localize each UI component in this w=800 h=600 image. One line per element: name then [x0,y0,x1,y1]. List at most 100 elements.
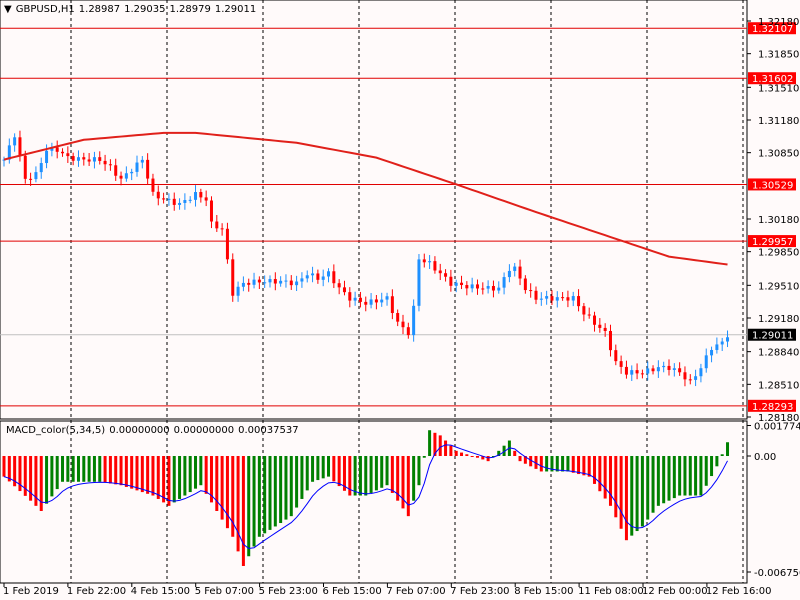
candle-body [300,278,304,282]
macd-histogram-bar [316,456,320,481]
macd-histogram-bar [241,456,245,566]
price-chart[interactable]: 1.321071.316021.305291.299571.282931.321… [0,0,800,600]
x-tick-label: 8 Feb 15:00 [514,586,573,597]
macd-histogram-bar [167,456,171,506]
macd-histogram-bar [130,456,134,489]
macd-name: MACD_color(5,34,5) [6,425,106,436]
candle-body [82,157,86,160]
macd-histogram-bar [513,450,517,456]
macd-histogram-bar [672,456,676,499]
x-tick-label: 1 Feb 2019 [3,586,59,597]
candle-body [135,162,139,172]
candle-body [619,361,623,367]
candle-body [130,171,134,174]
candle-body [720,341,724,345]
x-tick-label: 12 Feb 00:00 [642,586,708,597]
candle-body [311,273,315,276]
candle-body [194,192,198,200]
macd-histogram-bar [103,456,107,483]
macd-histogram-bar [545,456,549,472]
macd-histogram-bar [358,456,362,496]
candle-body [646,368,650,374]
candle-body [263,282,267,284]
candle-body [252,279,256,285]
candle-body [18,137,22,156]
macd-histogram-bar [162,456,166,503]
macd-histogram-bar [656,456,660,506]
macd-histogram-bar [449,445,453,456]
collapse-triangle-icon[interactable]: ▼ [4,4,12,15]
low-value: 1.28979 [169,4,211,15]
macd-histogram-bar [2,456,6,477]
candle-body [396,313,400,322]
candle-body [571,296,575,301]
macd-histogram-bar [614,456,618,518]
macd-histogram-bar [428,430,432,456]
candle-body [640,373,644,375]
candle-body [39,163,43,173]
y-tick-label: 1.31850 [758,50,799,61]
candle-body [140,159,144,163]
macd-histogram-bar [454,450,458,456]
candle-body [529,290,533,292]
macd-histogram-bar [667,456,671,501]
candle-body [507,270,511,278]
moving-average-line [3,131,728,266]
candle-body [566,297,570,301]
candle-body [342,287,346,293]
candle-body [236,286,240,296]
y-tick-label: 1.29180 [758,314,799,325]
candle-body [156,191,160,199]
candle-body [593,315,597,325]
macd-histogram-bar [114,456,118,485]
candle-body [71,156,75,161]
candle-body [577,296,581,307]
candle-body [98,157,102,161]
candle-body [380,299,384,303]
candle-body [635,370,639,374]
candle-body [108,164,112,166]
x-tick-label: 12 Feb 16:00 [706,586,772,597]
candle-body [390,296,394,314]
candle-body [603,327,607,331]
candle-body [667,365,671,370]
macd-histogram-bar [289,456,293,517]
macd-histogram-bar [76,456,80,482]
macd-histogram-bar [61,456,65,482]
candle-body [327,271,331,277]
macd-histogram-bar [465,454,469,456]
candle-body [385,296,389,300]
chart-header: ▼ GBPUSD,H1 1.28987 1.29035 1.28979 1.29… [4,4,256,15]
candle-body [491,286,495,291]
macd-histogram-bar [699,456,703,496]
candle-body [353,297,357,301]
macd-histogram-bar [422,456,426,458]
candle-body [460,282,464,286]
candle-body [348,292,352,301]
candle-body [124,173,128,179]
macd-histogram-bar [539,456,543,472]
candle-body [188,199,192,201]
x-tick-label: 6 Feb 15:00 [323,586,382,597]
candle-body [470,284,474,289]
candle-body [45,150,49,164]
macd-histogram-bar [704,456,708,486]
candle-body [231,259,235,296]
macd-histogram-bar [247,456,251,557]
candle-body [241,282,245,287]
candle-body [103,160,107,165]
macd-histogram-bar [555,456,559,472]
macd-histogram-bar [204,456,208,494]
candle-body [114,165,118,176]
candle-body [444,273,448,277]
candle-body [465,285,469,289]
macd-histogram-bar [220,456,224,520]
macd-histogram-bar [364,456,368,496]
macd-histogram-bar [321,456,325,479]
macd-histogram-bar [55,456,59,490]
candle-body [284,280,288,282]
macd-histogram-bar [225,456,229,529]
candle-body [273,279,277,284]
macd-header: MACD_color(5,34,5) 0.00000000 0.00000000… [6,425,299,436]
candle-body [220,228,224,230]
